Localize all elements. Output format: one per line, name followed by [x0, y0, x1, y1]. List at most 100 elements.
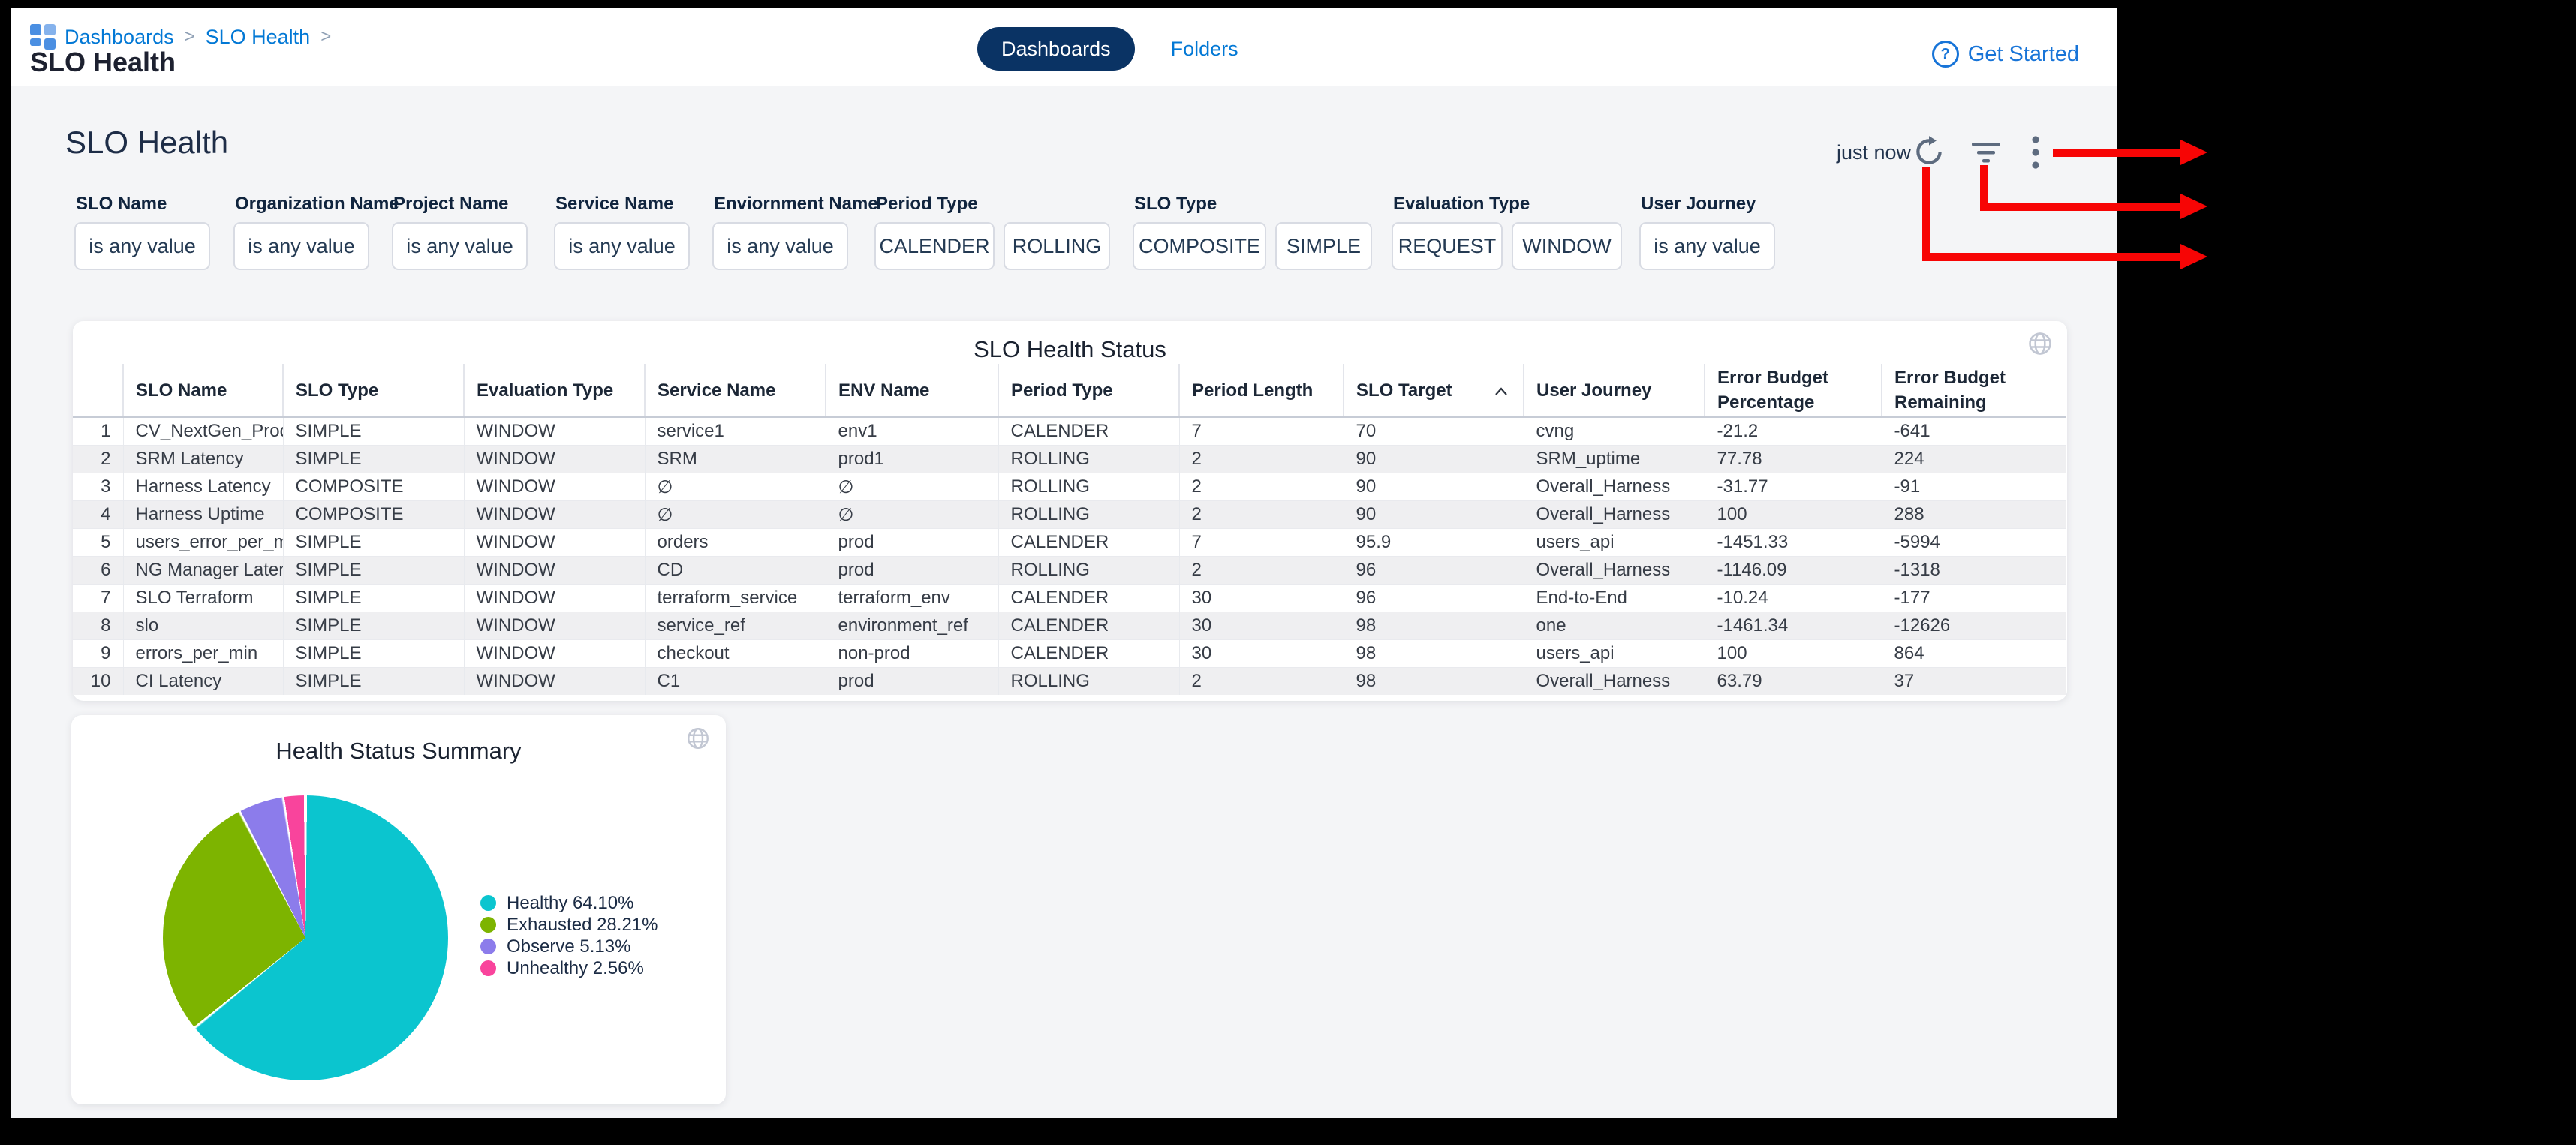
legend-label: Unhealthy 2.56%	[507, 958, 644, 979]
filter-label: SLO Name	[76, 194, 167, 215]
table-cell: SIMPLE	[283, 529, 464, 557]
table-cell: 288	[1882, 501, 2066, 529]
column-header-slo-target[interactable]: SLO Target	[1344, 364, 1524, 417]
filter-button-is-any-value[interactable]: is any value	[233, 222, 369, 270]
table-row[interactable]: 9errors_per_minSIMPLEWINDOWcheckoutnon-p…	[73, 640, 2066, 668]
column-header-env-name[interactable]: ENV Name	[826, 364, 998, 417]
table-cell: WINDOW	[464, 529, 645, 557]
annotation-arrow-head	[2180, 194, 2207, 219]
table-row[interactable]: 2SRM LatencySIMPLEWINDOWSRMprod1ROLLING2…	[73, 446, 2066, 473]
table-cell: Overall_Harness	[1524, 668, 1705, 696]
column-header-evaluation-type[interactable]: Evaluation Type	[464, 364, 645, 417]
legend-item-exhausted[interactable]: Exhausted 28.21%	[480, 914, 658, 936]
breadcrumb-separator: >	[319, 26, 333, 47]
table-row[interactable]: 6NG Manager LatencySIMPLEWINDOWCDprodROL…	[73, 557, 2066, 585]
table-cell: SLO Terraform	[123, 585, 283, 612]
column-header-error-budget-percentage[interactable]: Error Budget Percentage	[1705, 364, 1882, 417]
table-row[interactable]: 3Harness LatencyCOMPOSITEWINDOW∅∅ROLLING…	[73, 473, 2066, 501]
table-row[interactable]: 4Harness UptimeCOMPOSITEWINDOW∅∅ROLLING2…	[73, 501, 2066, 529]
filter-button-is-any-value[interactable]: is any value	[712, 222, 848, 270]
table-cell: users_error_per_min	[123, 529, 283, 557]
dashboards-grid-icon	[30, 24, 56, 50]
get-started-link[interactable]: ? Get Started	[1932, 41, 2079, 68]
annotation-arrow-head	[2180, 244, 2207, 269]
table-cell: checkout	[645, 640, 826, 668]
table-row[interactable]: 1CV_NextGen_ProdSIMPLEWINDOWservice1env1…	[73, 417, 2066, 446]
filter-button-simple[interactable]: SIMPLE	[1275, 222, 1372, 270]
column-header-row-number[interactable]	[73, 364, 123, 417]
breadcrumb-item-dashboards[interactable]: Dashboards	[65, 26, 174, 49]
table-row[interactable]: 5users_error_per_minSIMPLEWINDOWorderspr…	[73, 529, 2066, 557]
table-cell: 96	[1344, 585, 1524, 612]
table-cell: 1	[73, 417, 123, 446]
filter-button-composite[interactable]: COMPOSITE	[1133, 222, 1266, 270]
slo-health-status-table: SLO NameSLO TypeEvaluation TypeService N…	[73, 364, 2066, 695]
table-cell: non-prod	[826, 640, 998, 668]
column-header-user-journey[interactable]: User Journey	[1524, 364, 1705, 417]
table-cell: C1	[645, 668, 826, 696]
annotation-arrow-head	[2180, 140, 2207, 165]
table-cell: -641	[1882, 417, 2066, 446]
table-cell: 864	[1882, 640, 2066, 668]
table-cell: 37	[1882, 668, 2066, 696]
table-cell: service_ref	[645, 612, 826, 640]
globe-icon[interactable]	[2027, 330, 2054, 361]
table-cell: terraform_service	[645, 585, 826, 612]
table-cell: 100	[1705, 501, 1882, 529]
legend-item-healthy[interactable]: Healthy 64.10%	[480, 892, 658, 914]
column-header-service-name[interactable]: Service Name	[645, 364, 826, 417]
tab-bar: Dashboards Folders	[977, 27, 1238, 71]
filter-label: SLO Type	[1134, 194, 1217, 215]
legend-item-observe[interactable]: Observe 5.13%	[480, 936, 658, 957]
table-cell: 5	[73, 529, 123, 557]
column-header-slo-type[interactable]: SLO Type	[283, 364, 464, 417]
table-row[interactable]: 8sloSIMPLEWINDOWservice_refenvironment_r…	[73, 612, 2066, 640]
table-cell: -177	[1882, 585, 2066, 612]
tab-dashboards[interactable]: Dashboards	[977, 27, 1135, 71]
table-cell: CALENDER	[998, 417, 1179, 446]
filter-bar: SLO Nameis any valueOrganization Nameis …	[11, 194, 2117, 276]
legend-item-unhealthy[interactable]: Unhealthy 2.56%	[480, 957, 658, 979]
column-header-slo-name[interactable]: SLO Name	[123, 364, 283, 417]
table-cell: COMPOSITE	[283, 473, 464, 501]
table-cell: WINDOW	[464, 446, 645, 473]
table-cell: Harness Latency	[123, 473, 283, 501]
filter-button-request[interactable]: REQUEST	[1392, 222, 1503, 270]
table-cell: ROLLING	[998, 501, 1179, 529]
filter-button-is-any-value[interactable]: is any value	[1639, 222, 1775, 270]
table-cell: -1318	[1882, 557, 2066, 585]
table-cell: CV_NextGen_Prod	[123, 417, 283, 446]
table-cell: 100	[1705, 640, 1882, 668]
table-cell: 10	[73, 668, 123, 696]
table-row[interactable]: 10CI LatencySIMPLEWINDOWC1prodROLLING298…	[73, 668, 2066, 696]
filter-button-window[interactable]: WINDOW	[1512, 222, 1622, 270]
table-row[interactable]: 7SLO TerraformSIMPLEWINDOWterraform_serv…	[73, 585, 2066, 612]
table-cell: -1451.33	[1705, 529, 1882, 557]
annotation-arrow-line	[1922, 167, 1930, 261]
table-cell: ROLLING	[998, 473, 1179, 501]
table-cell: SIMPLE	[283, 612, 464, 640]
health-status-pie-chart[interactable]	[163, 795, 448, 1080]
table-cell: Overall_Harness	[1524, 501, 1705, 529]
table-cell: prod	[826, 529, 998, 557]
filter-label: Service Name	[555, 194, 673, 215]
table-cell: one	[1524, 612, 1705, 640]
column-header-period-type[interactable]: Period Type	[998, 364, 1179, 417]
table-cell: errors_per_min	[123, 640, 283, 668]
column-header-period-length[interactable]: Period Length	[1179, 364, 1344, 417]
filter-button-is-any-value[interactable]: is any value	[554, 222, 690, 270]
table-cell: 95.9	[1344, 529, 1524, 557]
breadcrumb-item-slo-health[interactable]: SLO Health	[206, 26, 311, 49]
table-cell: CD	[645, 557, 826, 585]
tab-folders[interactable]: Folders	[1171, 38, 1238, 61]
table-cell: ROLLING	[998, 446, 1179, 473]
filter-button-is-any-value[interactable]: is any value	[74, 222, 210, 270]
column-header-error-budget-remaining[interactable]: Error Budget Remaining	[1882, 364, 2066, 417]
kebab-menu-icon[interactable]	[2031, 135, 2040, 173]
filter-button-calender[interactable]: CALENDER	[874, 222, 995, 270]
dashboard-heading: SLO Health	[65, 125, 228, 161]
filter-button-is-any-value[interactable]: is any value	[392, 222, 528, 270]
globe-icon[interactable]	[685, 726, 711, 755]
table-cell: WINDOW	[464, 612, 645, 640]
filter-button-rolling[interactable]: ROLLING	[1004, 222, 1110, 270]
